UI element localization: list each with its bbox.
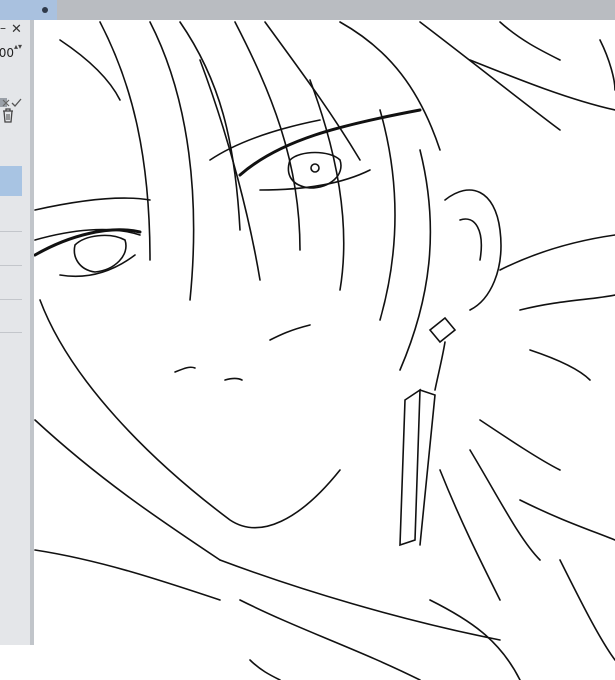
panel-close-button[interactable]: ✕ [11,22,22,37]
layer-row-divider [0,299,22,300]
layer-panel: – ✕ 100 ▴▾ [0,20,31,645]
layer-row-selected[interactable] [0,166,22,196]
layer-row-divider [0,265,22,266]
drawing-canvas[interactable] [33,20,615,680]
trash-icon[interactable] [1,107,15,127]
layer-row-divider [0,332,22,333]
layer-row-divider [0,231,22,232]
lineart-drawing [33,21,615,680]
layer-opacity-field[interactable]: 100 [0,46,14,62]
panel-minimize-button[interactable]: – [0,21,8,35]
panel-resize-handle[interactable] [30,20,34,645]
opacity-spinner-icon[interactable]: ▴▾ [14,42,22,51]
